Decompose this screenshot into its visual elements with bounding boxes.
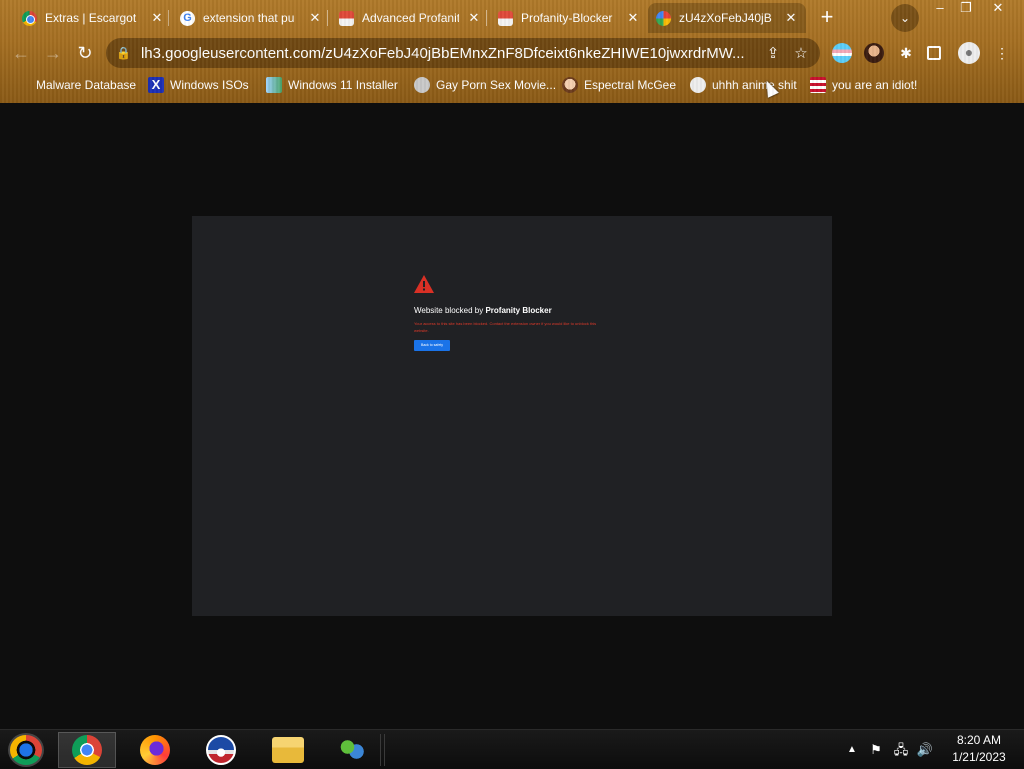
taskbar-separator <box>380 734 385 766</box>
obama-icon <box>206 735 236 765</box>
menu-kebab-icon[interactable]: ⋮ <box>992 43 1012 63</box>
back-to-safety-button[interactable]: Back to safety <box>414 340 450 351</box>
action-center-flag-icon[interactable]: ⚑ <box>866 730 886 769</box>
close-tab-icon[interactable]: ✕ <box>150 10 164 26</box>
blocked-image-frame: Website blocked by Profanity Blocker You… <box>192 216 832 616</box>
trans-flag-extension-icon[interactable] <box>832 43 852 63</box>
bookmark-anime[interactable]: uhhh anime shit <box>690 75 797 95</box>
tab-separator <box>486 10 487 26</box>
system-clock[interactable]: 8:20 AM 1/21/2023 <box>940 732 1018 766</box>
puzzle-extensions-icon[interactable]: ✱ <box>896 43 916 63</box>
avatar-extension-icon[interactable] <box>864 43 884 63</box>
block-heading-prefix: Website blocked by <box>414 306 486 315</box>
msn-icon <box>337 735 367 765</box>
tab-title: Advanced Profanit <box>362 11 459 25</box>
url-text[interactable]: lh3.googleusercontent.com/zU4zXoFebJ40jB… <box>141 45 754 62</box>
start-button[interactable] <box>8 733 44 767</box>
profile-avatar-icon[interactable]: ● <box>958 42 980 64</box>
bookmark-espectral-mcgee[interactable]: Espectral McGee <box>562 75 676 95</box>
block-heading: Website blocked by Profanity Blocker <box>414 306 552 315</box>
tab-separator <box>168 10 169 26</box>
minimize-icon[interactable]: – <box>926 0 954 18</box>
tab-extension-search[interactable]: G extension that pu ✕ <box>172 3 330 33</box>
bookmark-label: you are an idiot! <box>832 78 918 92</box>
x-icon: X <box>148 77 164 93</box>
reload-button[interactable]: ↻ <box>72 40 98 66</box>
show-hidden-icons-icon[interactable]: ▲ <box>844 730 860 769</box>
bookmark-windows-isos[interactable]: X Windows ISOs <box>148 75 249 95</box>
share-icon[interactable]: ⇪ <box>764 44 782 62</box>
close-tab-icon[interactable]: ✕ <box>308 10 322 26</box>
bookmarks-bar: Malware Database X Windows ISOs Windows … <box>0 72 1024 98</box>
tab-strip: Extras | Escargot ✕ G extension that pu … <box>0 0 1024 34</box>
restore-icon[interactable]: ❐ <box>952 0 980 18</box>
tab-title: Extras | Escargot <box>45 11 137 25</box>
side-panel-icon[interactable] <box>927 46 941 60</box>
tab-image-active[interactable]: zU4zXoFebJ40jB ✕ <box>648 3 806 33</box>
tab-extras-escargot[interactable]: Extras | Escargot ✕ <box>14 3 172 33</box>
volume-icon[interactable]: 🔊 <box>914 730 936 769</box>
taskbar-obama[interactable] <box>192 732 250 768</box>
taskbar-chrome[interactable] <box>58 732 116 768</box>
webstore-icon <box>339 10 354 26</box>
photos-icon <box>656 10 671 26</box>
firefox-icon <box>140 735 170 765</box>
clock-date: 1/21/2023 <box>952 750 1006 764</box>
bookmark-malware-database[interactable]: Malware Database <box>14 75 136 95</box>
bookmark-site[interactable]: Gay Porn Sex Movie... <box>414 75 556 95</box>
bookmark-label: Espectral McGee <box>584 78 677 92</box>
tab-advanced-profanity[interactable]: Advanced Profanit ✕ <box>331 3 489 33</box>
bookmark-label: Windows ISOs <box>170 78 249 92</box>
taskbar-msn[interactable] <box>323 732 381 768</box>
block-heading-brand: Profanity Blocker <box>485 306 552 315</box>
taskbar: ▲ ⚑ 🖧 🔊 8:20 AM 1/21/2023 <box>0 729 1024 768</box>
close-window-icon[interactable]: ✕ <box>984 0 1012 18</box>
windows-installer-icon <box>266 77 282 93</box>
close-tab-icon[interactable]: ✕ <box>626 10 640 26</box>
close-tab-icon[interactable]: ✕ <box>784 10 798 26</box>
bookmark-label: uhhh anime shit <box>712 78 797 92</box>
bookmark-windows-11-installer[interactable]: Windows 11 Installer <box>266 75 398 95</box>
chrome-icon <box>22 10 37 26</box>
close-tab-icon[interactable]: ✕ <box>467 10 481 26</box>
tab-title: Profanity-Blocker <box>521 11 613 25</box>
warning-icon <box>414 275 434 293</box>
tab-separator <box>327 10 328 26</box>
tab-title: zU4zXoFebJ40jB <box>679 11 772 25</box>
chrome-icon <box>72 735 102 765</box>
webstore-icon <box>498 10 513 26</box>
network-icon[interactable]: 🖧 <box>890 730 912 769</box>
lock-icon[interactable]: 🔒 <box>116 46 131 60</box>
bookmark-you-are-an-idiot[interactable]: you are an idiot! <box>810 75 917 95</box>
blank-icon <box>14 77 30 93</box>
anime-icon <box>690 77 706 93</box>
page-viewport: Website blocked by Profanity Blocker You… <box>0 103 1024 729</box>
tab-profanity-blocker[interactable]: Profanity-Blocker ✕ <box>490 3 648 33</box>
browser-chrome: Extras | Escargot ✕ G extension that pu … <box>0 0 1024 103</box>
face-icon <box>562 77 578 93</box>
taskbar-firefox[interactable] <box>126 732 184 768</box>
google-icon: G <box>180 10 195 26</box>
back-button[interactable]: ← <box>8 40 34 66</box>
bookmark-label: Gay Porn Sex Movie... <box>436 78 557 92</box>
forward-button[interactable]: → <box>40 40 66 66</box>
address-bar[interactable]: 🔒 lh3.googleusercontent.com/zU4zXoFebJ40… <box>106 38 820 68</box>
bookmark-star-icon[interactable]: ☆ <box>792 44 810 62</box>
site-icon <box>414 77 430 93</box>
bookmark-label: Malware Database <box>36 78 137 92</box>
folder-icon <box>272 737 304 763</box>
flag-icon <box>810 77 826 93</box>
new-tab-button[interactable]: + <box>815 6 839 30</box>
browser-toolbar: ← → ↻ 🔒 lh3.googleusercontent.com/zU4zXo… <box>0 36 1024 70</box>
tab-search-button[interactable]: ⌄ <box>891 4 919 32</box>
clock-time: 8:20 AM <box>956 733 1002 747</box>
bookmark-label: Windows 11 Installer <box>288 78 398 92</box>
block-message: Your access to this site has been blocke… <box>414 321 597 333</box>
tab-title: extension that pu <box>203 11 295 25</box>
taskbar-explorer[interactable] <box>259 732 317 768</box>
